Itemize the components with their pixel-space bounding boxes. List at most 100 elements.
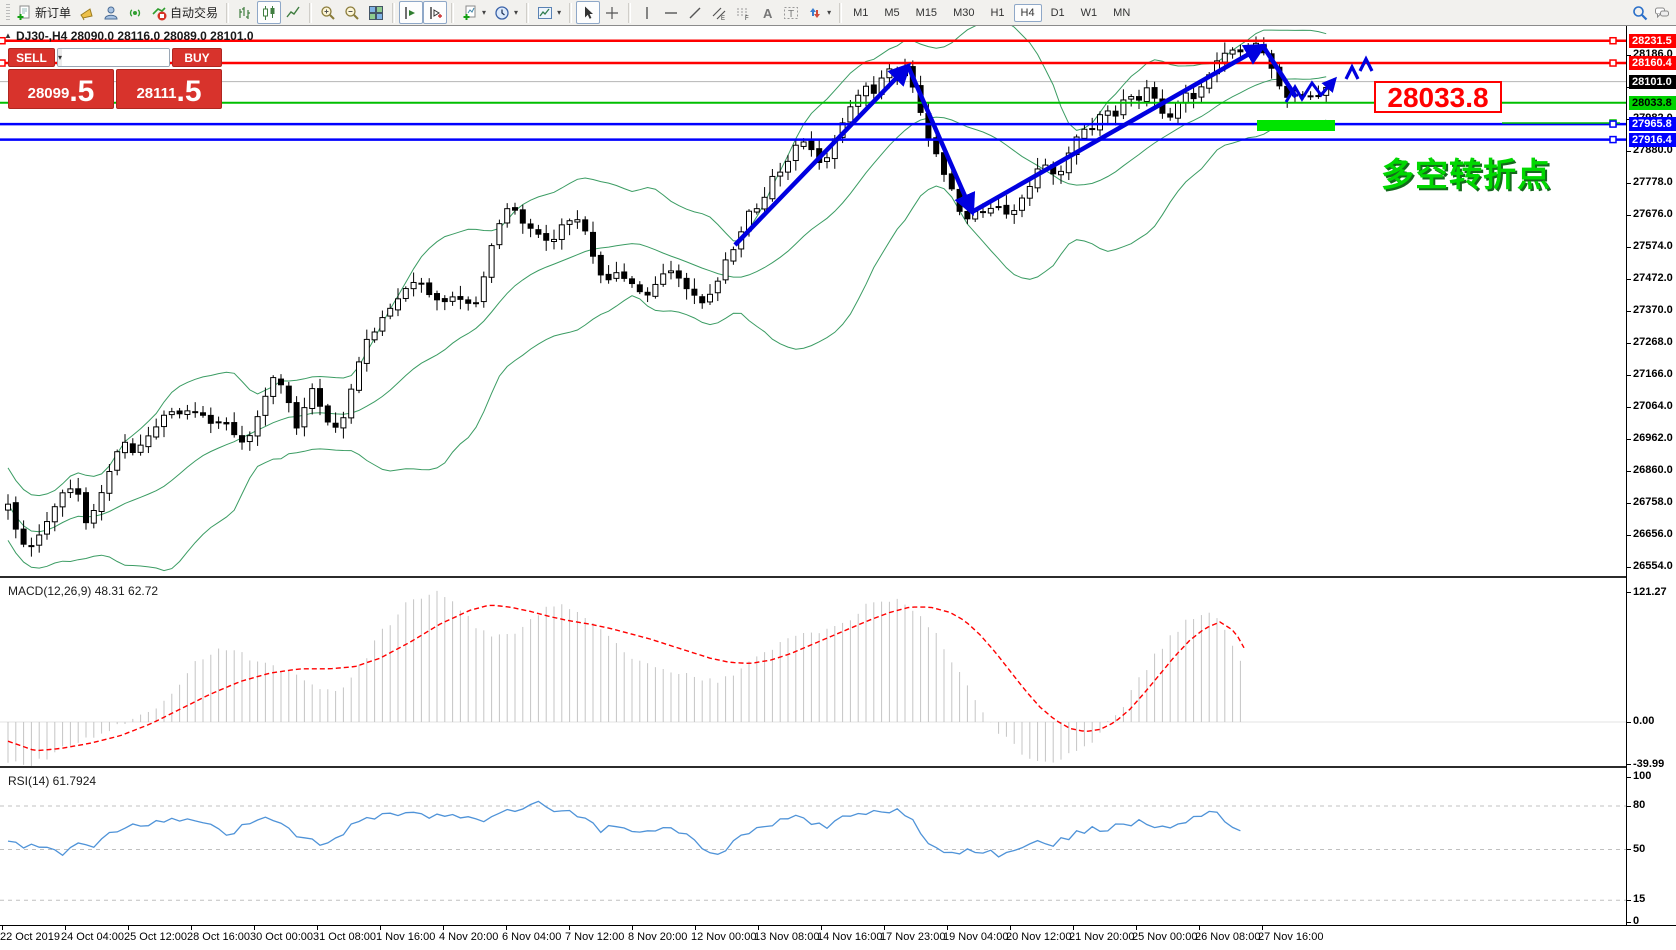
timeframe-m1[interactable]: M1 (846, 4, 875, 22)
new-order-button[interactable]: 新订单 (12, 1, 75, 24)
price-alert-label[interactable]: 28033.8 (1374, 81, 1502, 113)
sell-price-box[interactable]: 28099.5 (8, 69, 114, 109)
toolbar: 新订单 自动交易 ▾ ▾ (0, 0, 1676, 26)
text-button[interactable]: A (755, 1, 779, 24)
tile-windows-button[interactable] (364, 1, 388, 24)
toolbar-separator (226, 3, 229, 23)
auto-trading-button[interactable]: 自动交易 (147, 1, 222, 24)
price-tick-label: 26962.0 (1633, 432, 1673, 444)
shapes-button[interactable]: ▾ (803, 1, 835, 24)
price-tick-label: 27166.0 (1633, 368, 1673, 380)
add-indicator-icon (462, 5, 478, 21)
zoom-out-button[interactable] (340, 1, 364, 24)
profile-icon (103, 5, 119, 21)
timeframe-group: M1M5M15M30H1H4D1W1MN (846, 4, 1137, 22)
axis-tick-mark (1627, 151, 1631, 152)
time-tick-label: 30 Oct 00:00 (250, 931, 313, 943)
line-chart-icon (285, 5, 301, 21)
toolbar-separator (628, 3, 631, 23)
period-button[interactable]: ▾ (490, 1, 522, 24)
text-label-button[interactable]: T (779, 1, 803, 24)
time-tick-mark (191, 926, 192, 930)
price-tick-label: 27370.0 (1633, 304, 1673, 316)
timeframe-mn[interactable]: MN (1106, 4, 1137, 22)
buy-price-int: 28111 (136, 81, 176, 107)
zoom-in-icon (320, 5, 336, 21)
trendline-button[interactable] (683, 1, 707, 24)
price-tick-label: 26554.0 (1633, 560, 1673, 572)
macd-pane[interactable] (0, 578, 1626, 766)
axis-tick-mark (1627, 343, 1631, 344)
line-chart-button[interactable] (281, 1, 305, 24)
crosshair-button[interactable] (600, 1, 624, 24)
timeframe-d1[interactable]: D1 (1044, 4, 1072, 22)
buy-button[interactable]: BUY (172, 48, 222, 67)
chat-icon[interactable] (1654, 5, 1670, 21)
time-tick-label: 22 Oct 2019 (0, 931, 60, 943)
toolbar-grip (6, 4, 10, 22)
macd-label: MACD(12,26,9) 48.31 62.72 (8, 584, 158, 598)
vertical-line-button[interactable] (635, 1, 659, 24)
pane-divider[interactable] (0, 576, 1676, 578)
new-order-icon (16, 5, 32, 21)
timeframe-h4[interactable]: H4 (1014, 4, 1042, 22)
time-tick-mark (1136, 926, 1137, 930)
candlestick-chart-button[interactable] (257, 1, 281, 24)
time-tick-mark (443, 926, 444, 930)
time-tick-label: 25 Oct 12:00 (124, 931, 187, 943)
toolbar-separator (569, 3, 572, 23)
collapse-panel-icon[interactable]: ▲ (4, 31, 12, 40)
candlestick-chart-icon (261, 5, 277, 21)
toolbar-separator (451, 3, 454, 23)
timeframe-w1[interactable]: W1 (1074, 4, 1105, 22)
time-tick-mark (380, 926, 381, 930)
rsi-label: RSI(14) 61.7924 (8, 774, 96, 788)
time-tick-mark (884, 926, 885, 930)
chinese-annotation: 多空转折点 (1381, 148, 1551, 196)
time-tick-label: 31 Oct 08:00 (313, 931, 376, 943)
clock-icon (494, 5, 510, 21)
signal-button[interactable] (123, 1, 147, 24)
volume-stepper: ▾ ▴ (57, 48, 170, 67)
profile-button[interactable] (99, 1, 123, 24)
bar-chart-button[interactable] (233, 1, 257, 24)
time-tick-label: 20 Nov 12:00 (1006, 931, 1071, 943)
time-tick-label: 12 Nov 00:00 (691, 931, 756, 943)
channel-button[interactable]: E (707, 1, 731, 24)
dropdown-caret-icon: ▾ (557, 8, 561, 17)
price-tick-label: 100 (1633, 770, 1651, 782)
sell-button[interactable]: SELL (8, 48, 55, 67)
timeframe-m30[interactable]: M30 (946, 4, 981, 22)
time-tick-mark (1010, 926, 1011, 930)
templates-button[interactable]: ▾ (533, 1, 565, 24)
fibonacci-button[interactable]: F (731, 1, 755, 24)
time-tick-mark (1262, 926, 1263, 930)
toolbar-separator (392, 3, 395, 23)
auto-scroll-button[interactable] (399, 1, 423, 24)
zoom-in-button[interactable] (316, 1, 340, 24)
new-order-label: 新订单 (35, 4, 71, 21)
timeframe-m15[interactable]: M15 (909, 4, 944, 22)
chart-shift-button[interactable] (423, 1, 447, 24)
one-click-trade-panel: SELL ▾ ▴ BUY 28099.5 28111.5 (8, 48, 222, 109)
horizontal-line-button[interactable] (659, 1, 683, 24)
search-icon[interactable] (1632, 5, 1648, 21)
buy-price-box[interactable]: 28111.5 (116, 69, 222, 109)
timeframe-m5[interactable]: M5 (877, 4, 906, 22)
time-tick-mark (317, 926, 318, 930)
rsi-pane[interactable] (0, 768, 1626, 924)
volume-input[interactable] (62, 49, 170, 66)
symbol-ohlc-line: DJ30-,H4 28090.0 28116.0 28089.0 28101.0 (16, 29, 254, 43)
price-marker-28231.5: 28231.5 (1629, 34, 1676, 48)
time-tick-mark (821, 926, 822, 930)
megaphone-button[interactable] (75, 1, 99, 24)
price-marker-28033.8: 28033.8 (1629, 96, 1676, 110)
time-axis[interactable]: 22 Oct 201924 Oct 04:0025 Oct 12:0028 Oc… (0, 925, 1676, 950)
time-tick-mark (695, 926, 696, 930)
cursor-button[interactable] (576, 1, 600, 24)
axis-tick-mark (1627, 503, 1631, 504)
price-axis[interactable]: 28186.028084.027982.027880.027778.027676… (1626, 26, 1676, 925)
add-indicator-button[interactable]: ▾ (458, 1, 490, 24)
pane-divider[interactable] (0, 766, 1676, 768)
timeframe-h1[interactable]: H1 (983, 4, 1011, 22)
